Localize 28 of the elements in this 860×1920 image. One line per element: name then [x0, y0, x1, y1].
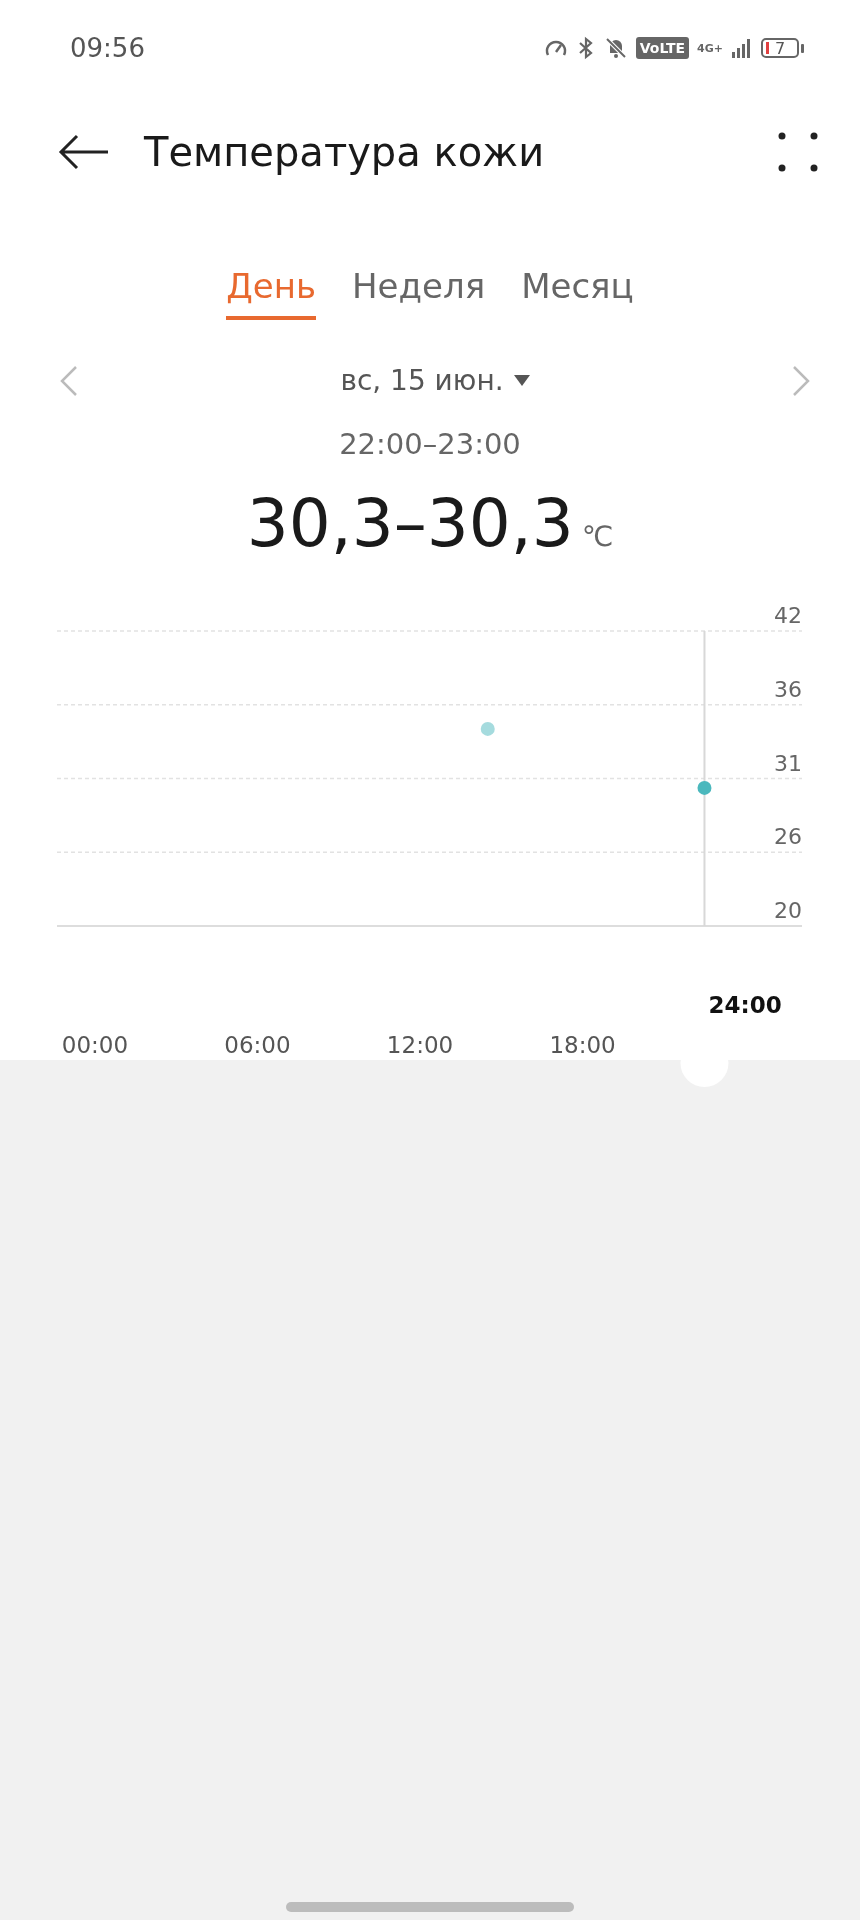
temperature-value: 30,3–30,3 [246, 485, 574, 562]
volte-badge: VoLTE [635, 37, 690, 59]
next-icon[interactable] [792, 364, 810, 397]
muted-bell-icon [603, 36, 628, 60]
previous-icon[interactable] [60, 364, 78, 397]
date-selector[interactable]: вс, 15 июн. [340, 364, 530, 397]
x-axis-label: 06:00 [224, 1032, 291, 1058]
period-tab[interactable]: Месяц [521, 266, 634, 320]
y-axis-label: 36 [774, 676, 802, 702]
x-axis-label: 00:00 [61, 1032, 129, 1058]
y-axis-label: 31 [774, 750, 802, 776]
y-axis-label: 26 [774, 824, 802, 850]
slider-label: 24:00 [708, 992, 782, 1018]
back-icon[interactable] [58, 134, 110, 170]
y-axis-label: 42 [774, 603, 802, 628]
period-tab[interactable]: Неделя [352, 266, 486, 320]
unit-label: ℃ [581, 520, 614, 553]
signal-icon [731, 37, 753, 59]
network-type: 4G+ [697, 42, 723, 54]
y-axis-label: 20 [774, 898, 802, 923]
page-title: Температура кожи [144, 129, 546, 175]
more-icon[interactable] [776, 130, 820, 174]
dropdown-icon [513, 374, 530, 387]
time-range: 22:00–23:00 [338, 427, 522, 461]
x-axis-label: 18:00 [549, 1032, 616, 1058]
period-tab[interactable]: День [226, 266, 317, 320]
x-axis-label: 12:00 [386, 1032, 454, 1058]
status-time: 09:56 [70, 33, 145, 63]
